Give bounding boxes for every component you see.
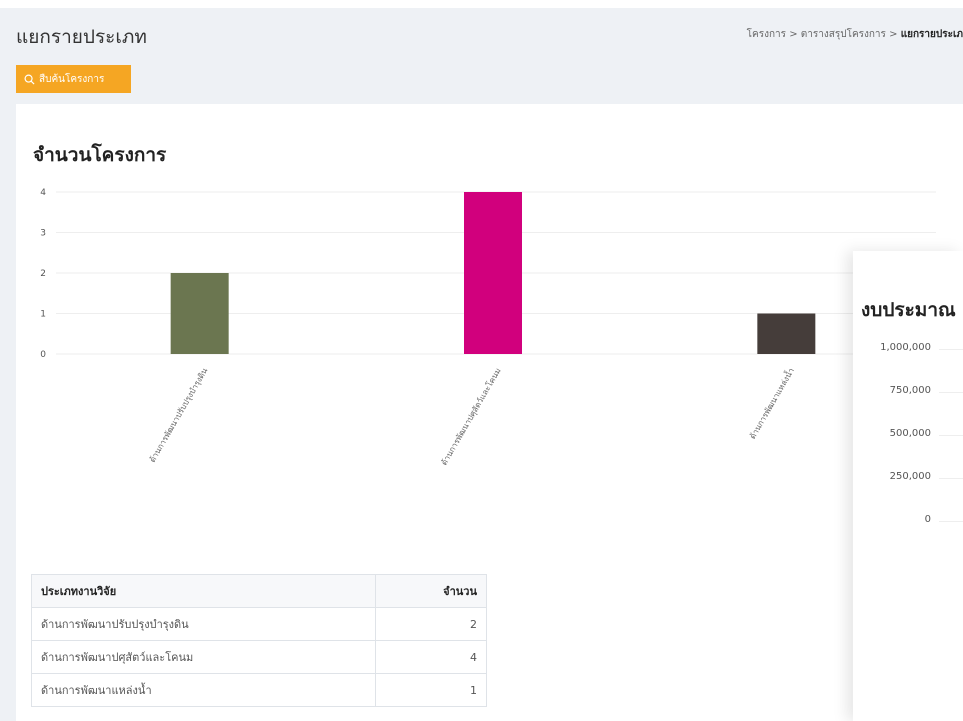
- budget-gridline: [939, 478, 963, 479]
- x-tick-label: ด้านการพัฒนาแหล่งน้ำ: [746, 366, 796, 441]
- x-tick-label: ด้านการพัฒนาปรับปรุงบำรุงดิน: [148, 366, 210, 464]
- breadcrumb: โครงการ > ตารางสรุปโครงการ > แยกรายประเภ: [747, 27, 963, 42]
- table-cell-count: 1: [375, 673, 487, 707]
- column-header-type: ประเภทงานวิจัย: [31, 574, 376, 608]
- top-strip: [0, 0, 963, 8]
- project-count-card: จำนวนโครงการ 0 1 2 3 4 ด้านการพัฒนาปรับปรุงบำ…: [16, 104, 963, 721]
- table-cell-count: 2: [375, 607, 487, 641]
- breadcrumb-item-summary[interactable]: ตารางสรุปโครงการ: [801, 29, 886, 40]
- y-tick-label: 3: [40, 229, 46, 239]
- budget-gridline: [939, 392, 963, 393]
- table-row: ด้านการพัฒนาแหล่งน้ำ 1: [31, 673, 487, 707]
- column-header-count: จำนวน: [375, 574, 487, 608]
- budget-y-tick-label: 500,000: [889, 428, 931, 439]
- y-tick-label: 0: [40, 350, 46, 360]
- y-tick-label: 4: [40, 188, 46, 198]
- budget-y-tick-label: 750,000: [889, 385, 931, 396]
- bar[interactable]: [464, 192, 522, 354]
- chart-title: จำนวนโครงการ: [33, 144, 167, 166]
- budget-gridline: [939, 349, 963, 350]
- budget-card: งบประมาณ 1,000,000 750,000 500,000 250,000 0: [853, 251, 963, 721]
- search-projects-label: สืบค้นโครงการ: [39, 73, 105, 85]
- budget-chart-title: งบประมาณ: [861, 299, 956, 321]
- table-header-row: ประเภทงานวิจัย จำนวน: [31, 574, 487, 608]
- y-tick-label: 1: [40, 310, 46, 320]
- budget-gridline: [939, 435, 963, 436]
- project-count-chart: 0 1 2 3 4 ด้านการพัฒนาปรับปรุงบำรุงดิน ด้านการ…: [40, 188, 936, 467]
- budget-y-tick-label: 250,000: [889, 471, 931, 482]
- page-header: แยกรายประเภท โครงการ > ตารางสรุปโครงการ …: [0, 8, 963, 104]
- search-projects-button[interactable]: สืบค้นโครงการ: [16, 65, 131, 93]
- table-row: ด้านการพัฒนาปรับปรุงบำรุงดิน 2: [31, 607, 487, 641]
- table-row: ด้านการพัฒนาปศุสัตว์และโคนม 4: [31, 640, 487, 674]
- bar[interactable]: [170, 273, 229, 354]
- budget-y-tick-label: 1,000,000: [880, 342, 931, 353]
- research-type-table: ประเภทงานวิจัย จำนวน ด้านการพัฒนาปรับปรุ…: [31, 574, 487, 707]
- budget-y-tick-label: 0: [924, 514, 931, 525]
- table-cell-count: 4: [375, 640, 487, 674]
- page-title: แยกรายประเภท: [16, 26, 147, 48]
- breadcrumb-item-current: แยกรายประเภ: [900, 29, 963, 40]
- table-cell-type: ด้านการพัฒนาปศุสัตว์และโคนม: [31, 640, 376, 674]
- search-icon: [24, 74, 35, 85]
- bar[interactable]: [757, 313, 816, 355]
- y-tick-label: 2: [40, 269, 46, 279]
- breadcrumb-separator: >: [789, 29, 798, 40]
- table-cell-type: ด้านการพัฒนาแหล่งน้ำ: [31, 673, 376, 707]
- table-cell-type: ด้านการพัฒนาปรับปรุงบำรุงดิน: [31, 607, 376, 641]
- breadcrumb-separator: >: [889, 29, 898, 40]
- breadcrumb-item-projects[interactable]: โครงการ: [747, 29, 786, 40]
- budget-gridline: [939, 521, 963, 522]
- x-tick-label: ด้านการพัฒนาปศุสัตว์และโคนม: [439, 366, 503, 467]
